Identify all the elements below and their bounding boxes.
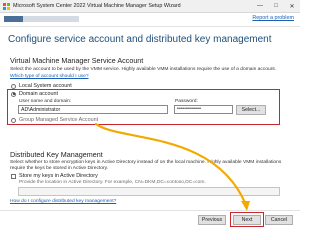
window-title: Microsoft System Center 2022 Virtual Mac… bbox=[13, 3, 181, 9]
next-button[interactable]: Next bbox=[233, 215, 261, 225]
header-divider bbox=[0, 26, 300, 27]
page-title: Configure service account and distribute… bbox=[8, 34, 272, 45]
username-input[interactable] bbox=[18, 105, 168, 114]
report-problem-link[interactable]: Report a problem bbox=[252, 15, 294, 21]
select-account-button[interactable]: Select... bbox=[236, 104, 266, 115]
account-type-help-link[interactable]: Which type of account should I use? bbox=[10, 74, 89, 79]
wizard-progress-bar bbox=[4, 16, 79, 22]
local-system-radio[interactable] bbox=[11, 84, 16, 89]
store-keys-label[interactable]: Store my keys in Active Directory bbox=[19, 173, 98, 179]
service-account-description: Select the account to be used by the VMM… bbox=[10, 67, 277, 72]
dkm-description-line2: require the keys be stored in Active Dir… bbox=[10, 166, 109, 171]
gmsa-radio[interactable] bbox=[11, 117, 16, 123]
wizard-progress-fill bbox=[4, 16, 23, 22]
local-system-label[interactable]: Local System account bbox=[19, 83, 72, 89]
domain-account-radio[interactable] bbox=[11, 91, 16, 97]
minimize-button[interactable]: — bbox=[252, 0, 268, 13]
password-label: Password: bbox=[175, 98, 198, 104]
dkm-location-label: Provide the location in Active Directory… bbox=[19, 180, 206, 185]
dkm-heading: Distributed Key Management bbox=[10, 150, 103, 159]
username-label: User name and domain: bbox=[19, 98, 72, 104]
close-button[interactable]: ✕ bbox=[284, 0, 300, 13]
domain-account-label[interactable]: Domain account bbox=[19, 91, 58, 97]
gmsa-label[interactable]: Group Managed Service Account bbox=[19, 117, 98, 123]
maximize-button[interactable]: □ bbox=[268, 0, 284, 13]
scvmm-logo-icon bbox=[3, 2, 10, 10]
store-keys-checkbox[interactable] bbox=[11, 174, 16, 179]
footer-divider bbox=[0, 210, 300, 211]
dkm-location-input[interactable] bbox=[18, 187, 280, 196]
service-account-heading: Virtual Machine Manager Service Account bbox=[10, 56, 144, 65]
dkm-description: Select whether to store encryption keys … bbox=[10, 160, 282, 165]
dkm-help-link[interactable]: How do I configure distributed key manag… bbox=[10, 199, 116, 204]
title-bar: Microsoft System Center 2022 Virtual Mac… bbox=[0, 0, 300, 13]
cancel-button[interactable]: Cancel bbox=[265, 215, 293, 225]
password-input[interactable]: •••••••••••• bbox=[174, 105, 233, 114]
previous-button[interactable]: Previous bbox=[198, 215, 226, 225]
